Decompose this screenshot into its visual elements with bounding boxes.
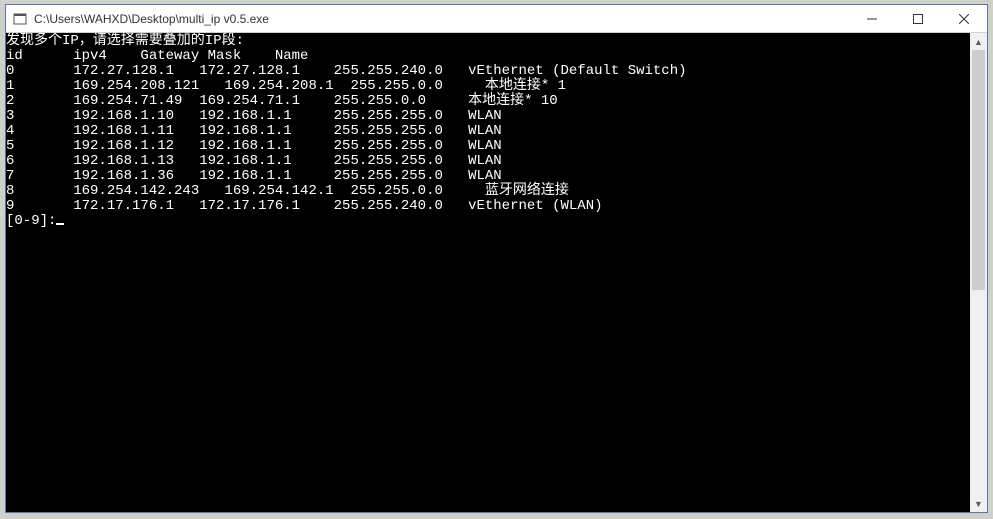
scroll-track[interactable] bbox=[970, 50, 987, 495]
console-output[interactable]: 发现多个IP，请选择需要叠加的IP段: id ipv4 Gateway Mask… bbox=[6, 33, 987, 512]
window-title: C:\Users\WAHXD\Desktop\multi_ip v0.5.exe bbox=[34, 12, 849, 26]
maximize-button[interactable] bbox=[895, 5, 941, 33]
scroll-thumb[interactable] bbox=[972, 50, 985, 290]
scroll-down-icon[interactable]: ▼ bbox=[970, 495, 987, 512]
console-window: C:\Users\WAHXD\Desktop\multi_ip v0.5.exe… bbox=[5, 4, 988, 513]
scroll-up-icon[interactable]: ▲ bbox=[970, 33, 987, 50]
cursor bbox=[56, 223, 64, 225]
window-controls bbox=[849, 5, 987, 32]
close-button[interactable] bbox=[941, 5, 987, 33]
minimize-button[interactable] bbox=[849, 5, 895, 33]
scrollbar[interactable]: ▲ ▼ bbox=[970, 33, 987, 512]
app-icon bbox=[12, 11, 28, 27]
titlebar[interactable]: C:\Users\WAHXD\Desktop\multi_ip v0.5.exe bbox=[6, 5, 987, 33]
